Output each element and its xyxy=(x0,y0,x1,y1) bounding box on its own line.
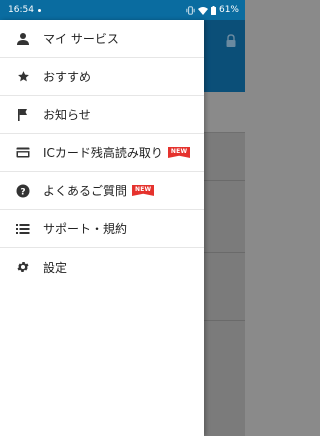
wifi-icon xyxy=(197,6,208,15)
new-badge: NEW xyxy=(132,185,155,196)
drawer-item-label: ICカード残高読み取り xyxy=(43,146,163,160)
drawer-item-label: サポート・規約 xyxy=(43,222,128,236)
drawer-item-label: マイ サービス xyxy=(43,32,119,46)
drawer-item-ic-card[interactable]: ICカード残高読み取り NEW xyxy=(0,134,204,172)
flag-icon xyxy=(16,108,30,122)
drawer-item-label: お知らせ xyxy=(43,108,91,122)
background-app xyxy=(204,20,245,436)
status-time: 16:54 xyxy=(8,5,34,15)
status-bar: 16:54 61% xyxy=(0,0,245,20)
card-icon xyxy=(16,146,30,160)
new-badge: NEW xyxy=(167,147,191,158)
battery-icon xyxy=(210,5,216,15)
vibrate-icon xyxy=(186,5,195,15)
background-header xyxy=(204,20,245,92)
gear-icon xyxy=(16,260,30,274)
drawer-item-my-service[interactable]: マイ サービス xyxy=(0,20,204,58)
drawer-item-faq[interactable]: ? よくあるご質問 NEW xyxy=(0,172,204,210)
background-divider xyxy=(204,252,245,253)
background-divider xyxy=(204,320,245,321)
navigation-drawer: マイ サービス おすすめ お知らせ ICカード残高読み取り NEW ? よくある… xyxy=(0,20,204,436)
drawer-item-recommended[interactable]: おすすめ xyxy=(0,58,204,96)
help-icon: ? xyxy=(16,184,30,198)
battery-percent: 61% xyxy=(218,5,239,15)
drawer-item-support-terms[interactable]: サポート・規約 xyxy=(0,210,204,248)
drawer-item-label: 設定 xyxy=(43,260,68,275)
background-divider xyxy=(204,180,245,181)
notification-dot-icon xyxy=(37,8,41,12)
svg-text:?: ? xyxy=(20,187,25,197)
star-icon xyxy=(16,70,30,84)
drawer-item-settings[interactable]: 設定 xyxy=(0,248,204,286)
list-icon xyxy=(16,222,30,236)
drawer-item-label: おすすめ xyxy=(43,70,92,84)
background-row xyxy=(204,92,245,133)
drawer-item-notices[interactable]: お知らせ xyxy=(0,96,204,134)
person-icon xyxy=(16,32,30,46)
lock-icon xyxy=(226,34,236,47)
drawer-item-label: よくあるご質問 xyxy=(43,184,128,198)
